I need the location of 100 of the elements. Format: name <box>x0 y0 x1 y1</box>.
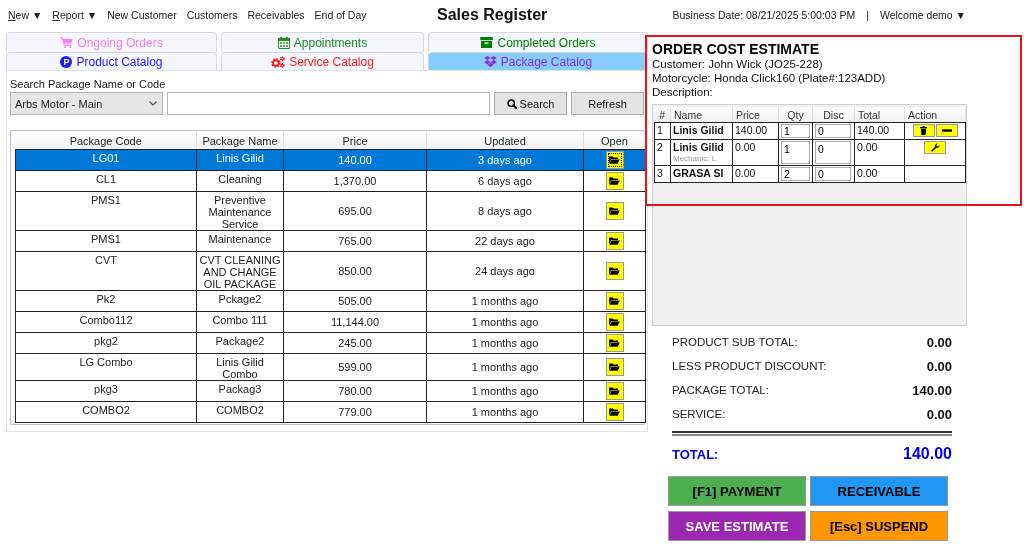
column-header: Action <box>904 107 966 123</box>
action-button[interactable]: [F1] PAYMENT <box>668 476 806 506</box>
total-label: LESS PRODUCT DISCOUNT: <box>672 360 827 372</box>
tab[interactable]: Completed Orders <box>428 32 648 52</box>
open-button[interactable] <box>605 262 624 280</box>
search-field[interactable] <box>167 92 490 115</box>
search-button[interactable]: Search <box>494 92 567 115</box>
package-row[interactable]: Pk2 Pckage2 505.00 1 months ago <box>15 290 646 312</box>
search-icon <box>506 98 517 109</box>
package-row[interactable]: CL1 Cleaning 1,370.00 6 days ago <box>15 170 646 192</box>
delete-button[interactable] <box>912 124 935 137</box>
total-value: 140.00 <box>912 382 952 398</box>
tab[interactable]: Service Catalog <box>221 52 424 70</box>
table-cell: Linis Gilid Combo <box>196 353 284 381</box>
column-header: Package Name <box>196 132 284 150</box>
estimate-title: ORDER COST ESTIMATE <box>652 41 820 57</box>
table-cell: 11,144.00 <box>283 311 427 333</box>
package-row[interactable]: PMS1 Maintenance 765.00 22 days ago <box>15 230 646 252</box>
table-cell: 850.00 <box>283 251 427 291</box>
open-button[interactable] <box>605 358 624 376</box>
table-cell: LG Combo <box>15 353 197 381</box>
table-cell: 779.00 <box>283 401 427 423</box>
table-cell: CL1 <box>15 170 197 192</box>
table-cell: Maintenance <box>196 230 284 252</box>
table-cell: Combo 111 <box>196 311 284 333</box>
table-cell: pkg2 <box>15 332 197 354</box>
window-title: Sales Register <box>437 6 548 24</box>
open-button[interactable] <box>605 334 624 352</box>
table-cell: PMS1 <box>15 191 197 231</box>
table-cell: 1 months ago <box>426 380 584 402</box>
menu-item[interactable]: Receivables <box>247 9 305 21</box>
package-row[interactable]: pkg3 Packag3 780.00 1 months ago <box>15 380 646 402</box>
table-cell: 765.00 <box>283 230 427 252</box>
table-cell: 1 months ago <box>426 401 584 423</box>
folder-icon <box>609 318 620 326</box>
table-cell: 24 days ago <box>426 251 584 291</box>
column-header: Name <box>670 107 733 123</box>
table-cell: 599.00 <box>283 353 427 381</box>
table-cell: Packag3 <box>196 380 284 402</box>
discount-input[interactable]: 0 <box>815 167 851 181</box>
open-button[interactable] <box>605 313 624 331</box>
package-row[interactable]: COMBO2 COMBO2 779.00 1 months ago <box>15 401 646 423</box>
menu-item[interactable]: Customers <box>186 9 238 21</box>
table-cell: LG01 <box>15 149 197 171</box>
total-value: 0.00 <box>926 358 952 374</box>
column-header: Open <box>583 132 646 150</box>
open-button[interactable] <box>605 292 624 310</box>
description-label: Description: <box>652 85 714 99</box>
business-date: Business Date: 08/21/2025 5:00:03 PM <box>672 9 856 21</box>
quantity-input[interactable]: 1 <box>781 141 810 164</box>
total-value: 0.00 <box>926 406 952 422</box>
action-button[interactable]: SAVE ESTIMATE <box>668 511 806 541</box>
discount-input[interactable]: 0 <box>815 124 851 138</box>
decrease-button[interactable] <box>935 124 958 137</box>
folder-icon <box>609 267 620 275</box>
package-row[interactable]: pkg2 Package2 245.00 1 months ago <box>15 332 646 354</box>
mechanic-button[interactable] <box>924 141 946 154</box>
action-button[interactable]: RECEIVABLE <box>810 476 948 506</box>
discount-input[interactable]: 0 <box>815 141 851 164</box>
open-button[interactable] <box>605 172 624 190</box>
open-button[interactable] <box>605 403 624 421</box>
table-cell: Package2 <box>196 332 284 354</box>
menu-item[interactable]: End of Day <box>314 9 367 21</box>
tab[interactable]: P Product Catalog <box>6 52 217 70</box>
package-row[interactable]: CVT CVT CLEANING AND CHANGE OIL PACKAGE 850.00 24 days ago <box>15 251 646 291</box>
table-cell: CVT <box>15 251 197 291</box>
open-button[interactable] <box>605 232 624 250</box>
column-header: Price <box>732 107 779 123</box>
open-button[interactable] <box>605 202 624 220</box>
trash-icon <box>920 126 927 135</box>
item-name: GRASA SI <box>673 167 725 180</box>
package-row[interactable]: LG01 Linis Gilid 140.00 3 days ago <box>15 149 646 171</box>
user-menu[interactable]: Welcome demo ▼ <box>879 9 966 21</box>
folder-icon <box>609 237 620 245</box>
package-row[interactable]: PMS1 Preventive Maintenance Service 695.00 8 days ago <box>15 191 646 231</box>
package-row[interactable]: LG Combo Linis Gilid Combo 599.00 1 months ago <box>15 353 646 381</box>
table-cell: 1 months ago <box>426 290 584 312</box>
menu-item[interactable]: New Customer <box>107 9 177 21</box>
package-row[interactable]: Combo112 Combo 111 11,144.00 1 months ago <box>15 311 646 333</box>
table-cell: CVT CLEANING AND CHANGE OIL PACKAGE <box>196 251 284 291</box>
branch-select[interactable]: Arbs Motor - Main <box>10 92 163 115</box>
table-cell: Combo112 <box>15 311 197 333</box>
menu-item[interactable]: New ▼ <box>8 9 43 21</box>
quantity-input[interactable]: 1 <box>781 124 810 138</box>
folder-icon <box>609 339 620 347</box>
open-button[interactable] <box>605 151 624 169</box>
mechanic-note: Mechanic: L <box>673 154 718 164</box>
action-button[interactable]: [Esc] SUSPEND <box>810 511 948 541</box>
grand-total-label: TOTAL: <box>672 446 719 462</box>
total-label: PACKAGE TOTAL: <box>672 384 769 396</box>
tab[interactable]: Package Catalog <box>428 52 648 70</box>
quantity-input[interactable]: 2 <box>781 167 810 181</box>
refresh-button[interactable]: Refresh <box>571 92 644 115</box>
menu-item[interactable]: Report ▼ <box>52 9 98 21</box>
column-header: Total <box>854 107 905 123</box>
item-name: Linis Gilid <box>673 141 725 154</box>
tab[interactable]: Appointments <box>221 32 424 52</box>
chevron-down-icon <box>149 101 157 106</box>
open-button[interactable] <box>605 382 624 400</box>
separator: | <box>866 9 869 21</box>
